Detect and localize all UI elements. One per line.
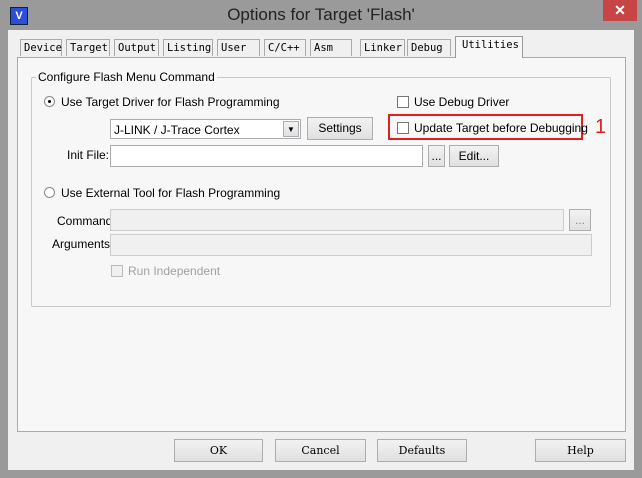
group-label: Configure Flash Menu Command <box>36 70 217 84</box>
annotation-number: 1 <box>595 116 607 138</box>
tab-utilities[interactable]: Utilities <box>455 36 523 58</box>
run-independent-label: Run Independent <box>128 264 221 278</box>
update-target-label: Update Target before Debugging <box>414 121 588 135</box>
title-bar: V Options for Target 'Flash' ✕ <box>0 0 642 30</box>
command-input[interactable] <box>110 209 564 231</box>
init-file-input[interactable] <box>110 145 423 167</box>
use-debug-driver-label: Use Debug Driver <box>414 95 510 109</box>
arguments-label: Arguments: <box>52 237 114 251</box>
use-external-tool-label: Use External Tool for Flash Programming <box>61 186 281 200</box>
use-target-driver-radio[interactable] <box>44 96 55 107</box>
cancel-button[interactable]: Cancel <box>275 439 366 462</box>
use-target-driver-label: Use Target Driver for Flash Programming <box>61 95 280 109</box>
tab-cc[interactable]: C/C++ <box>264 39 306 56</box>
tab-device[interactable]: Device <box>20 39 62 56</box>
update-target-checkbox[interactable] <box>397 122 409 134</box>
tab-output[interactable]: Output <box>114 39 159 56</box>
close-button[interactable]: ✕ <box>603 0 637 21</box>
settings-button[interactable]: Settings <box>307 117 373 140</box>
tab-asm[interactable]: Asm <box>310 39 352 56</box>
window-title: Options for Target 'Flash' <box>227 5 415 24</box>
edit-button[interactable]: Edit... <box>449 145 499 167</box>
init-file-browse-button[interactable]: ... <box>428 145 445 167</box>
driver-select-value: J-LINK / J-Trace Cortex <box>114 123 240 137</box>
arguments-input[interactable] <box>110 234 592 256</box>
ok-button[interactable]: OK <box>174 439 263 462</box>
help-button[interactable]: Help <box>535 439 626 462</box>
tab-user[interactable]: User <box>217 39 260 56</box>
tab-listing[interactable]: Listing <box>163 39 213 56</box>
chevron-down-icon[interactable]: ▼ <box>283 121 299 137</box>
tab-debug[interactable]: Debug <box>407 39 451 56</box>
init-file-label: Init File: <box>67 148 110 162</box>
run-independent-checkbox[interactable] <box>111 265 123 277</box>
tab-target[interactable]: Target <box>66 39 110 56</box>
driver-select[interactable]: J-LINK / J-Trace Cortex ▼ <box>110 119 301 139</box>
command-label: Command: <box>57 214 116 228</box>
use-external-tool-radio[interactable] <box>44 187 55 198</box>
use-debug-driver-checkbox[interactable] <box>397 96 409 108</box>
tab-linker[interactable]: Linker <box>360 39 405 56</box>
command-browse-button[interactable]: ... <box>569 209 591 231</box>
defaults-button[interactable]: Defaults <box>377 439 467 462</box>
